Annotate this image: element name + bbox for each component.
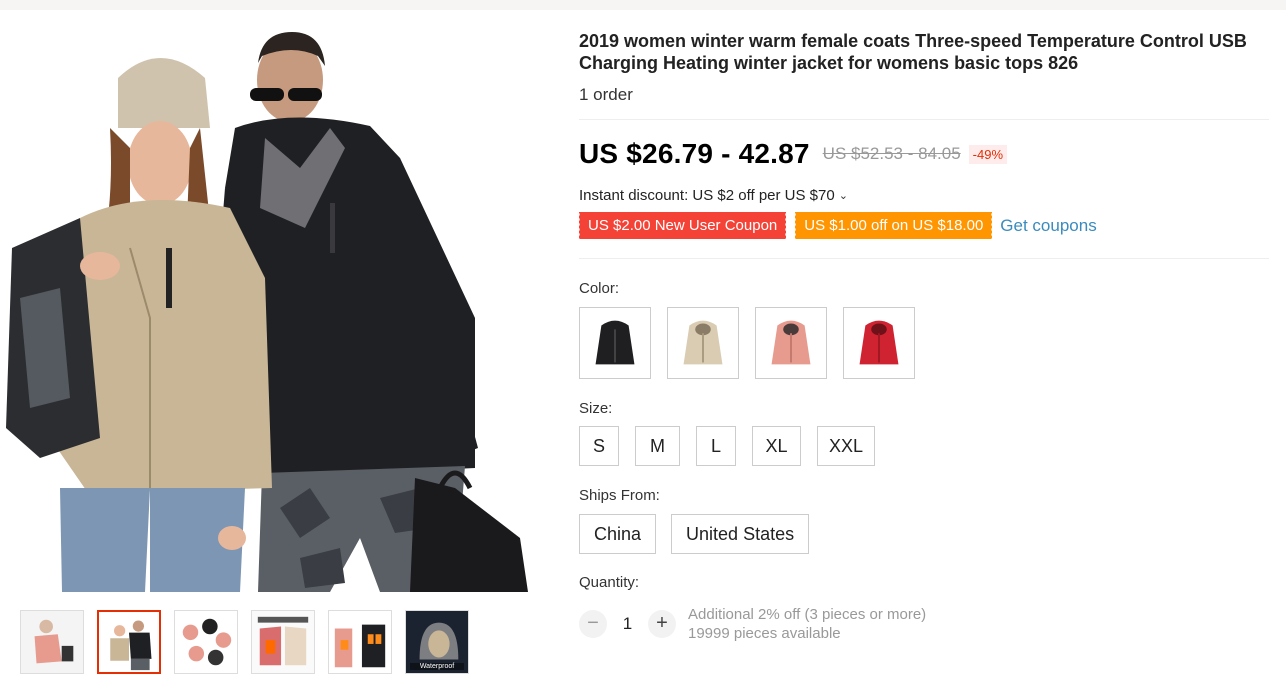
color-swatch-black[interactable] [579, 307, 651, 379]
thumbnail-6-label: Waterproof [410, 663, 464, 670]
chevron-down-icon: ⌄ [838, 190, 848, 202]
size-option-m[interactable]: M [635, 426, 680, 466]
ships-from-label: Ships From: [579, 487, 660, 504]
get-coupons-link[interactable]: Get coupons [1000, 216, 1096, 236]
current-price: US $26.79 - 42.87 [579, 138, 810, 169]
quantity-value[interactable]: 1 [607, 614, 648, 634]
thumbnail-strip: Waterproof [20, 610, 469, 674]
quantity-info: Additional 2% off (3 pieces or more) 199… [688, 605, 926, 643]
product-title: 2019 women winter warm female coats Thre… [579, 31, 1247, 73]
quantity-stepper: − 1 + Additional 2% off (3 pieces or mor… [579, 605, 1269, 643]
color-label: Color: [579, 280, 620, 297]
original-price: US $52.53 - 84.05 [822, 144, 961, 163]
color-swatch-red[interactable] [843, 307, 915, 379]
store-coupon[interactable]: US $1.00 off on US $18.00 [794, 212, 993, 239]
discount-badge: -49% [968, 144, 1008, 164]
size-option-xl[interactable]: XL [752, 426, 801, 466]
thumbnail-2[interactable] [97, 610, 161, 674]
instant-discount-text: Instant discount: US $2 off per US $70 [579, 187, 835, 204]
coupon-row: US $2.00 New User Coupon US $1.00 off on… [577, 212, 1269, 239]
product-info: 2019 women winter warm female coats Thre… [577, 30, 1269, 643]
bulk-discount-note: Additional 2% off (3 pieces or more) [688, 606, 927, 623]
thumbnail-3[interactable] [174, 610, 238, 674]
size-option-xxl[interactable]: XXL [817, 426, 875, 466]
thumbnail-5[interactable] [328, 610, 392, 674]
ships-from-options: China United States [579, 514, 1269, 554]
ships-from-united-states[interactable]: United States [671, 514, 810, 554]
divider [579, 119, 1269, 120]
price-row: US $26.79 - 42.87 US $52.53 - 84.05 -49% [579, 138, 1269, 170]
size-option-l[interactable]: L [696, 426, 736, 466]
instant-discount[interactable]: Instant discount: US $2 off per US $70 ⌄ [579, 187, 1269, 204]
size-options: S M L XL XXL [579, 426, 1269, 466]
thumbnail-4[interactable] [251, 610, 315, 674]
color-swatch-beige[interactable] [667, 307, 739, 379]
top-strip [0, 0, 1286, 10]
thumbnail-6[interactable]: Waterproof [405, 610, 469, 674]
color-swatches [579, 307, 1269, 379]
new-user-coupon[interactable]: US $2.00 New User Coupon [577, 212, 787, 239]
color-swatch-pink[interactable] [755, 307, 827, 379]
divider [579, 258, 1269, 259]
thumbnail-1[interactable] [20, 610, 84, 674]
minus-icon[interactable]: − [579, 610, 607, 638]
quantity-label: Quantity: [579, 574, 640, 591]
order-count: 1 order [579, 85, 633, 104]
size-label: Size: [579, 400, 613, 417]
size-option-s[interactable]: S [579, 426, 619, 466]
stock-available: 19999 pieces available [688, 625, 841, 642]
ships-from-china[interactable]: China [579, 514, 657, 554]
main-product-image[interactable] [0, 18, 545, 592]
plus-icon[interactable]: + [648, 610, 676, 638]
